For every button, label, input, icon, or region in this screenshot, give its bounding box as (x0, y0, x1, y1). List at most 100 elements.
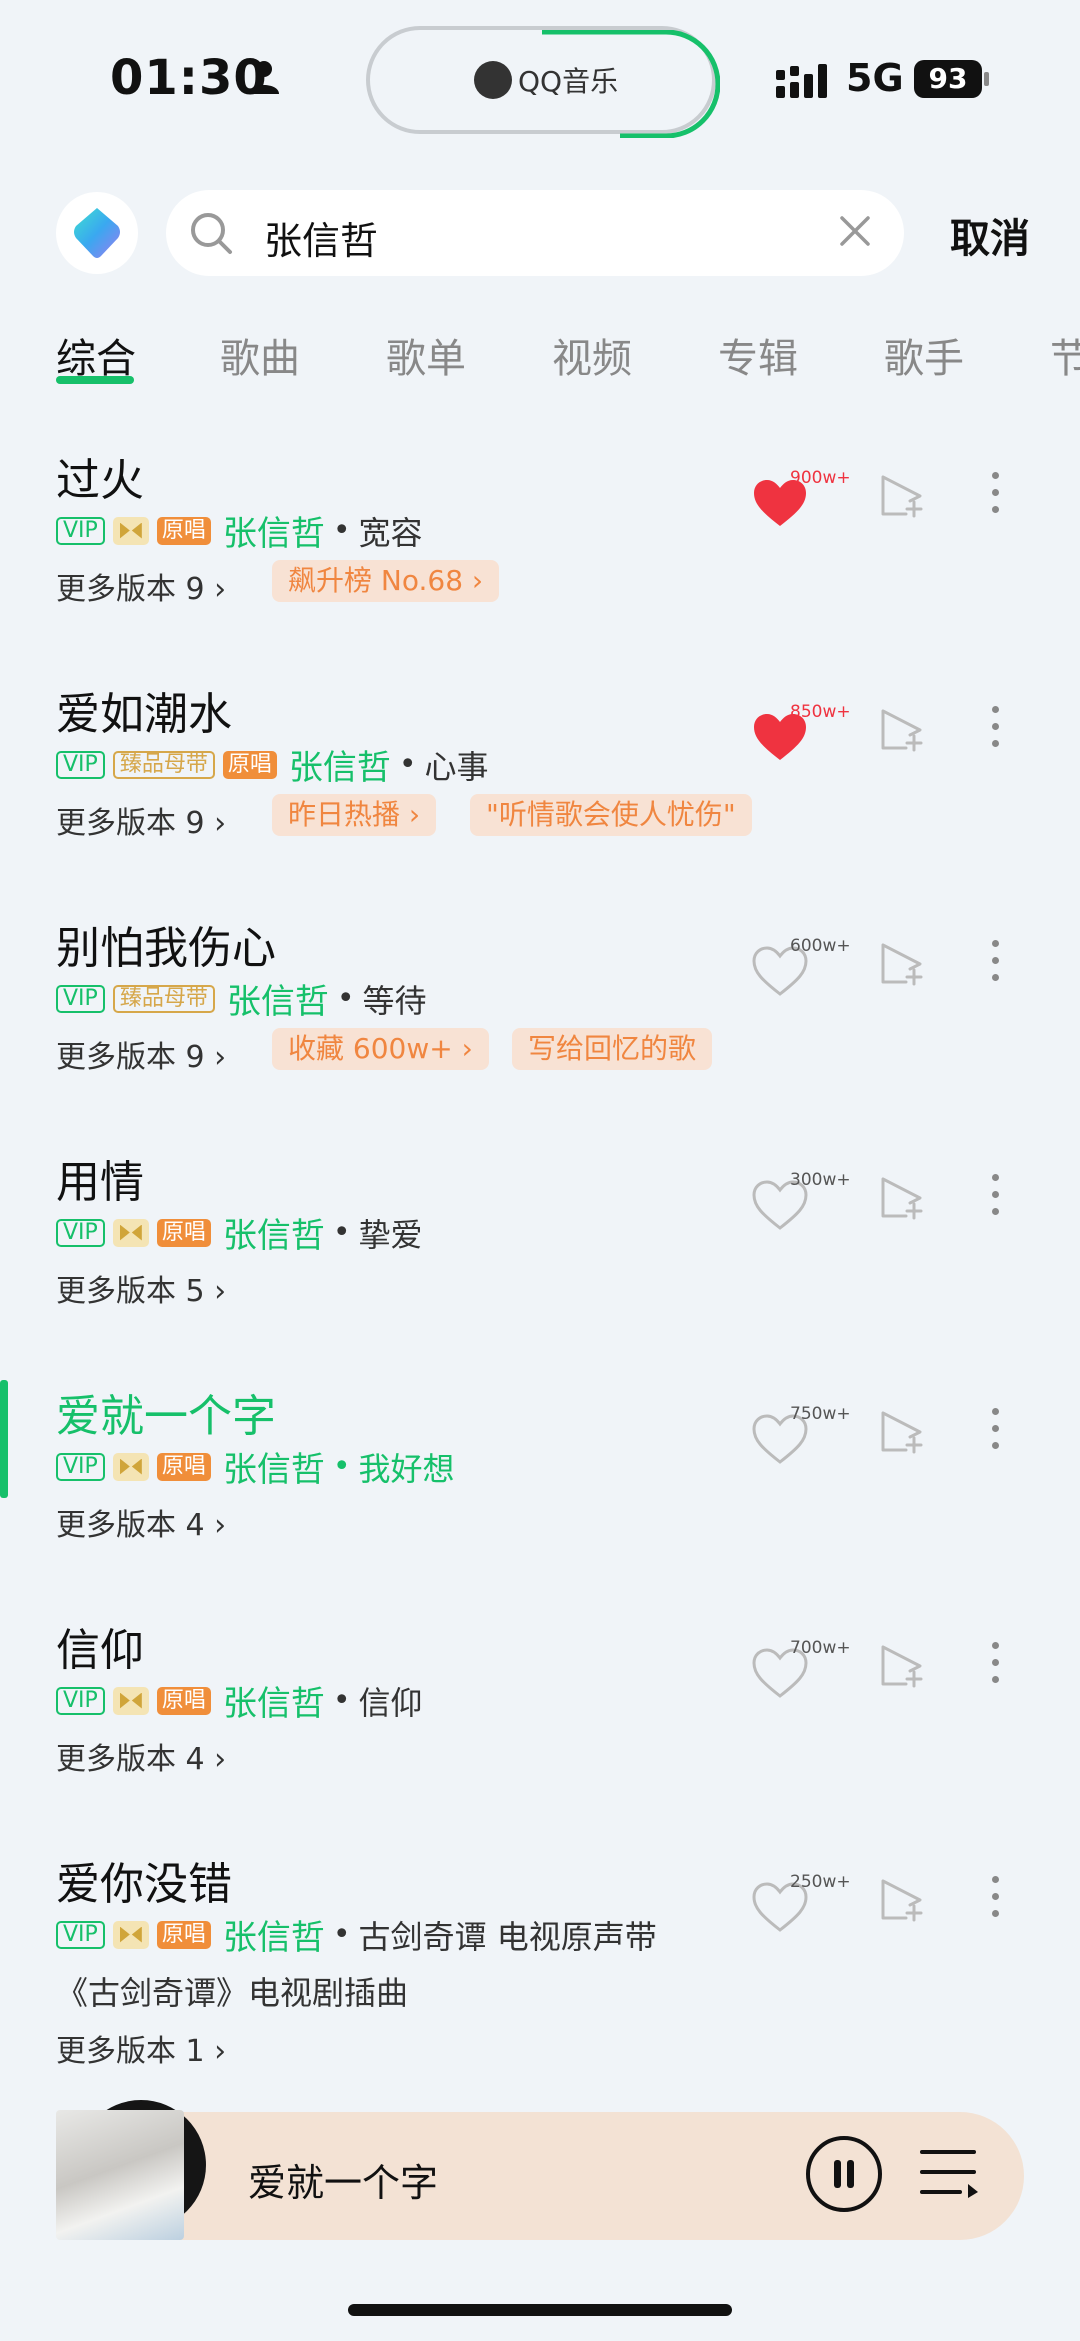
dolby-icon (112, 1920, 149, 1949)
original-badge: 原唱 (156, 1686, 211, 1715)
original-badge: 原唱 (156, 1218, 211, 1247)
original-badge: 原唱 (156, 1452, 211, 1481)
song-meta: VIP 原唱 张信哲 • 我好想 (56, 1442, 455, 1491)
more-options-icon[interactable] (992, 472, 1002, 523)
original-badge: 原唱 (156, 516, 211, 545)
artist-link[interactable]: 张信哲 (227, 974, 329, 1023)
more-versions-link[interactable]: 更多版本 9 › (56, 564, 226, 608)
more-options-icon[interactable] (992, 940, 1002, 991)
song-meta: VIP 原唱 张信哲 • 宽容 (56, 506, 423, 555)
song-title: 爱你没错 (56, 1859, 232, 1910)
song-row[interactable]: 别怕我伤心 VIP 臻品母带 张信哲 • 等待 更多版本 9 › 收藏 600w… (0, 912, 1080, 1132)
add-to-playlist-icon[interactable] (880, 1878, 926, 1922)
song-meta: VIP 原唱 张信哲 • 挚爱 (56, 1208, 423, 1257)
artist-link[interactable]: 张信哲 (223, 506, 325, 555)
playlist-chip[interactable]: 写给回忆的歌 (512, 1028, 713, 1070)
app-avatar-button[interactable] (56, 192, 138, 274)
song-title: 用情 (56, 1157, 144, 1208)
more-versions-link[interactable]: 更多版本 9 › (56, 798, 226, 842)
chart-rank-chip[interactable]: 飙升榜 No.68 › (272, 560, 500, 602)
tab-videos[interactable]: 视频 (552, 326, 632, 384)
cancel-button[interactable]: 取消 (950, 206, 1030, 264)
home-indicator[interactable] (348, 2304, 732, 2316)
like-count: 850w+ (790, 702, 851, 722)
song-row[interactable]: 过火 VIP 原唱 张信哲 • 宽容 更多版本 9 › 飙升榜 No.68 › … (0, 444, 1080, 664)
like-count: 250w+ (790, 1872, 851, 1892)
album-name[interactable]: 等待 (363, 976, 427, 1022)
hot-yesterday-chip[interactable]: 昨日热播 › (272, 794, 437, 836)
artist-link[interactable]: 张信哲 (223, 1676, 325, 1725)
more-versions-link[interactable]: 更多版本 4 › (56, 1734, 226, 1778)
tab-more[interactable]: 节 (1050, 326, 1080, 384)
more-options-icon[interactable] (992, 1876, 1002, 1927)
more-versions-link[interactable]: 更多版本 5 › (56, 1266, 226, 1310)
song-title: 过火 (56, 455, 144, 506)
tab-songs[interactable]: 歌曲 (220, 326, 300, 384)
more-versions-link[interactable]: 更多版本 9 › (56, 1032, 226, 1076)
album-name[interactable]: 古剑奇谭 电视原声带 (359, 1912, 657, 1958)
separator-dot: • (332, 1683, 351, 1718)
song-row[interactable]: 爱你没错 VIP 原唱 张信哲 • 古剑奇谭 电视原声带 《古剑奇谭》电视剧插曲… (0, 1848, 1080, 2088)
like-count: 600w+ (790, 936, 851, 956)
master-quality-badge: 臻品母带 (112, 750, 215, 779)
more-options-icon[interactable] (992, 1642, 1002, 1693)
playlist-icon[interactable] (920, 2148, 980, 2198)
song-meta: VIP 原唱 张信哲 • 古剑奇谭 电视原声带 (56, 1910, 657, 1959)
search-query[interactable]: 张信哲 (264, 210, 378, 265)
more-options-icon[interactable] (992, 706, 1002, 757)
album-name[interactable]: 我好想 (359, 1444, 455, 1490)
separator-dot: • (336, 981, 355, 1016)
album-cover[interactable] (56, 2110, 184, 2240)
artist-link[interactable]: 张信哲 (289, 740, 391, 789)
dolby-icon (112, 1218, 149, 1247)
artist-link[interactable]: 张信哲 (223, 1208, 325, 1257)
player-song-title[interactable]: 爱就一个字 (248, 2152, 438, 2207)
tab-playlists[interactable]: 歌单 (386, 326, 466, 384)
song-row[interactable]: 爱如潮水 VIP 臻品母带 原唱 张信哲 • 心事 更多版本 9 › 昨日热播 … (0, 678, 1080, 898)
dolby-icon (112, 1686, 149, 1715)
song-row[interactable]: 信仰 VIP 原唱 张信哲 • 信仰 更多版本 4 › 700w+ (0, 1614, 1080, 1834)
add-to-playlist-icon[interactable] (880, 1644, 926, 1688)
song-meta: VIP 臻品母带 张信哲 • 等待 (56, 974, 427, 1023)
separator-dot: • (332, 1917, 351, 1952)
like-count: 300w+ (790, 1170, 851, 1190)
album-name[interactable]: 宽容 (359, 508, 423, 554)
album-name[interactable]: 心事 (425, 742, 489, 788)
favorites-chip[interactable]: 收藏 600w+ › (272, 1028, 489, 1070)
now-playing-island[interactable]: QQ音乐 (366, 26, 720, 138)
vip-badge: VIP (56, 1920, 105, 1949)
add-to-playlist-icon[interactable] (880, 1176, 926, 1220)
song-title: 爱就一个字 (56, 1391, 276, 1442)
vip-badge: VIP (56, 1218, 105, 1247)
add-to-playlist-icon[interactable] (880, 474, 926, 518)
add-to-playlist-icon[interactable] (880, 708, 926, 752)
artist-link[interactable]: 张信哲 (223, 1442, 325, 1491)
album-name[interactable]: 信仰 (359, 1678, 423, 1724)
vip-badge: VIP (56, 1452, 105, 1481)
original-badge: 原唱 (156, 1920, 211, 1949)
search-input[interactable]: 张信哲 (166, 190, 904, 276)
vip-badge: VIP (56, 516, 105, 545)
more-options-icon[interactable] (992, 1408, 1002, 1459)
playlist-chip[interactable]: "听情歌会使人忧伤" (470, 794, 752, 836)
battery-tip (984, 72, 989, 86)
song-row[interactable]: 用情 VIP 原唱 张信哲 • 挚爱 更多版本 5 › 300w+ (0, 1146, 1080, 1366)
separator-dot: • (332, 513, 351, 548)
artist-link[interactable]: 张信哲 (223, 1910, 325, 1959)
like-count: 750w+ (790, 1404, 851, 1424)
more-versions-link[interactable]: 更多版本 4 › (56, 1500, 226, 1544)
pause-button[interactable] (806, 2136, 882, 2212)
album-name[interactable]: 挚爱 (359, 1210, 423, 1256)
add-to-playlist-icon[interactable] (880, 1410, 926, 1454)
search-icon (191, 213, 232, 254)
more-options-icon[interactable] (992, 1174, 1002, 1225)
song-row-playing[interactable]: 爱就一个字 VIP 原唱 张信哲 • 我好想 更多版本 4 › 750w+ (0, 1380, 1080, 1600)
clear-icon[interactable] (838, 214, 872, 248)
search-tabs: 综合 歌曲 歌单 视频 专辑 歌手 节 (0, 316, 1080, 396)
song-title: 爱如潮水 (56, 689, 232, 740)
add-to-playlist-icon[interactable] (880, 942, 926, 986)
tab-singers[interactable]: 歌手 (884, 326, 964, 384)
tab-albums[interactable]: 专辑 (718, 326, 798, 384)
more-versions-link[interactable]: 更多版本 1 › (56, 2026, 226, 2070)
signal-icon (776, 64, 827, 98)
